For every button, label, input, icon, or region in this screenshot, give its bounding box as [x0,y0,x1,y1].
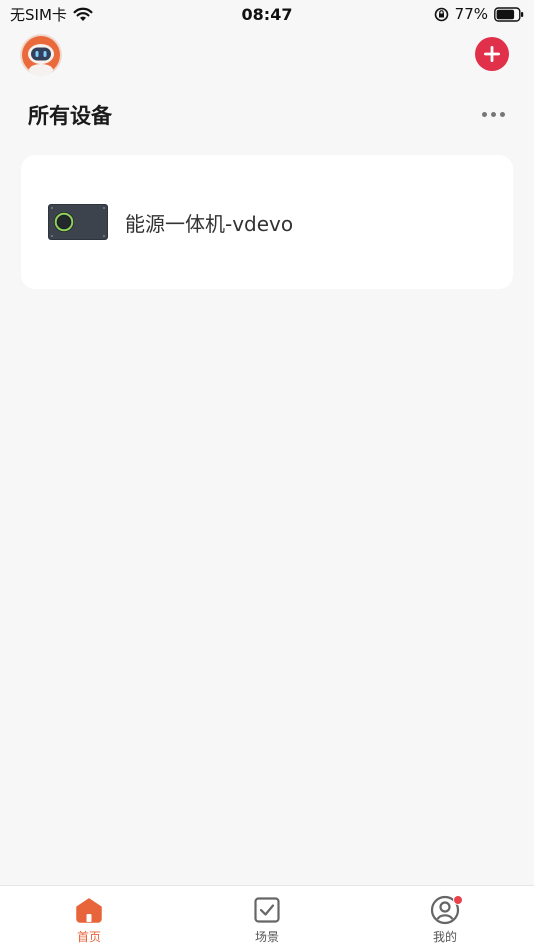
battery-percent: 77% [454,5,488,23]
more-dot-icon [499,111,505,117]
tab-home[interactable]: 首页 [0,886,178,950]
notification-badge [453,895,463,905]
wifi-icon [73,7,93,22]
status-bar: 无SIM卡 08:47 77% [0,0,534,28]
checkbox-icon [254,897,280,923]
tab-mine-label: 我的 [432,930,457,944]
carrier-label: 无SIM卡 [10,5,67,24]
device-name: 能源一体机-vdevo [125,211,294,236]
add-device-button[interactable] [475,37,509,71]
device-card[interactable]: 能源一体机-vdevo [21,155,513,289]
lock-rotation-icon [434,7,449,22]
plus-icon [484,46,500,62]
more-button[interactable] [476,104,510,124]
more-dot-icon [490,111,496,117]
home-icon [76,898,102,923]
more-dot-icon [481,111,487,117]
tab-scene[interactable]: 场景 [178,886,356,950]
energy-device-icon [48,204,108,240]
tab-home-label: 首页 [76,930,101,944]
status-right: 77% [434,5,524,23]
robot-avatar-icon [20,34,62,76]
battery-icon [494,6,524,22]
tab-mine[interactable]: 我的 [356,886,534,950]
avatar[interactable] [20,34,62,76]
page-title: 所有设备 [28,104,112,128]
tab-scene-label: 场景 [254,930,279,944]
tab-bar: 首页 场景 我的 [0,885,534,950]
status-left: 无SIM卡 [10,4,93,25]
